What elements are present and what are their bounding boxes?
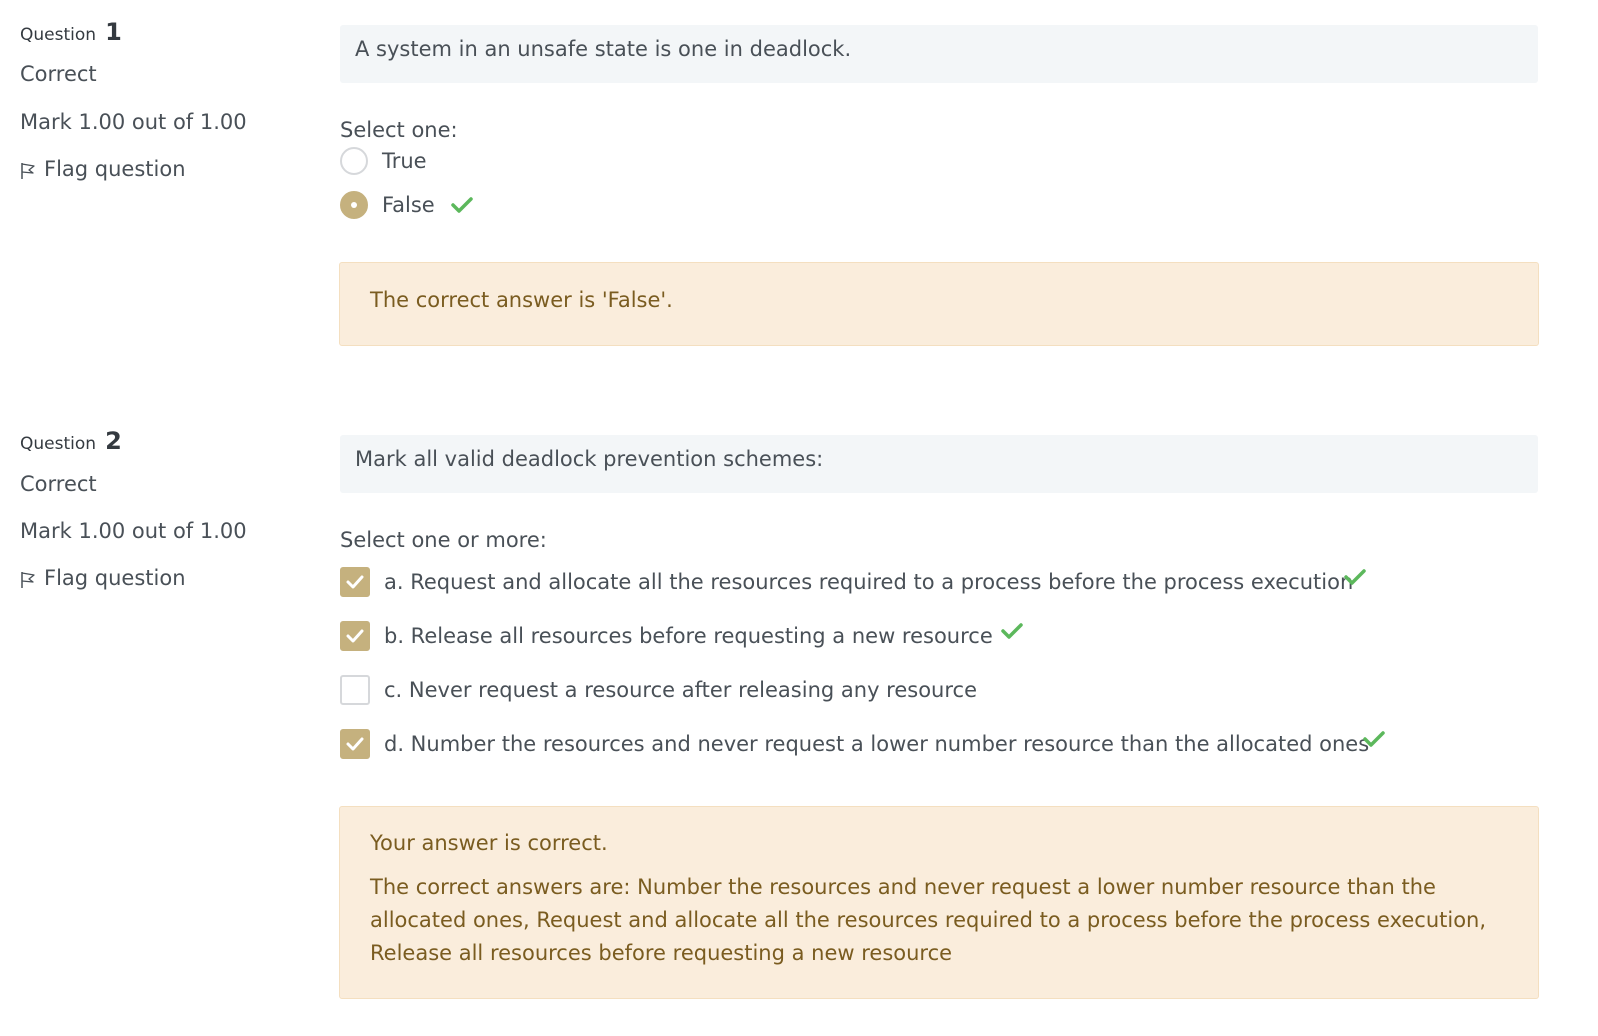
answer-option-label: b. Release all resources before requesti… — [384, 624, 993, 648]
question-state: Correct — [20, 62, 97, 86]
answer-prompt: Select one or more: — [340, 528, 547, 552]
question-1: Question 1 Correct Mark 1.00 out of 1.00… — [0, 0, 1598, 400]
question-number: Question 1 — [20, 18, 122, 46]
question-label: Question — [20, 25, 97, 45]
feedback-box: Your answer is correct. The correct answ… — [339, 806, 1539, 999]
answer-option-b[interactable]: b. Release all resources before requesti… — [340, 621, 993, 651]
radio-button[interactable] — [340, 147, 368, 175]
flag-question-label: Flag question — [44, 157, 186, 181]
question-number-value: 2 — [105, 427, 122, 455]
check-icon — [1001, 623, 1023, 639]
general-feedback-text: Your answer is correct. — [370, 831, 608, 855]
right-answer-text: The correct answers are: Number the reso… — [370, 875, 1487, 965]
question-text: A system in an unsafe state is one in de… — [340, 25, 1538, 83]
question-text: Mark all valid deadlock prevention schem… — [340, 435, 1538, 493]
question-state: Correct — [20, 472, 97, 496]
answer-option-a[interactable]: a. Request and allocate all the resource… — [340, 567, 1353, 597]
feedback-box: The correct answer is 'False'. — [339, 262, 1539, 346]
check-icon — [1363, 731, 1385, 747]
answer-option-label: True — [382, 149, 427, 173]
answer-option-label: False — [382, 193, 435, 217]
answer-option-false[interactable]: False — [340, 191, 473, 219]
answer-option-label: c. Never request a resource after releas… — [384, 678, 978, 702]
flag-icon — [21, 163, 35, 179]
right-answer-text: The correct answer is 'False'. — [370, 288, 673, 312]
answer-option-true[interactable]: True — [340, 147, 427, 175]
flag-question-link[interactable]: Flag question — [20, 157, 186, 181]
question-number-value: 1 — [105, 18, 122, 46]
answer-option-label: a. Request and allocate all the resource… — [384, 570, 1354, 594]
answer-prompt: Select one: — [340, 118, 458, 142]
flag-question-link[interactable]: Flag question — [20, 566, 186, 590]
question-content: A system in an unsafe state is one in de… — [339, 25, 1540, 355]
checkbox-checked[interactable] — [340, 729, 370, 759]
flag-icon — [21, 572, 35, 588]
checkbox-checked[interactable] — [340, 567, 370, 597]
question-content: Mark all valid deadlock prevention schem… — [339, 435, 1540, 1035]
radio-button-selected[interactable] — [340, 191, 368, 219]
checkbox-checked[interactable] — [340, 621, 370, 651]
question-grade: Mark 1.00 out of 1.00 — [20, 110, 247, 134]
question-grade: Mark 1.00 out of 1.00 — [20, 519, 247, 543]
answer-option-d[interactable]: d. Number the resources and never reques… — [340, 729, 1369, 759]
checkbox-unchecked[interactable] — [340, 675, 370, 705]
check-icon — [450, 197, 473, 213]
question-2: Question 2 Correct Mark 1.00 out of 1.00… — [0, 410, 1598, 1036]
question-label: Question — [20, 434, 97, 454]
question-number: Question 2 — [20, 427, 122, 455]
answer-option-c[interactable]: c. Never request a resource after releas… — [340, 675, 977, 705]
check-icon — [1344, 569, 1366, 585]
flag-question-label: Flag question — [44, 566, 186, 590]
checkbox-check-icon — [346, 629, 364, 643]
answer-option-label: d. Number the resources and never reques… — [384, 732, 1370, 756]
checkbox-check-icon — [346, 575, 364, 589]
checkbox-check-icon — [346, 737, 364, 751]
